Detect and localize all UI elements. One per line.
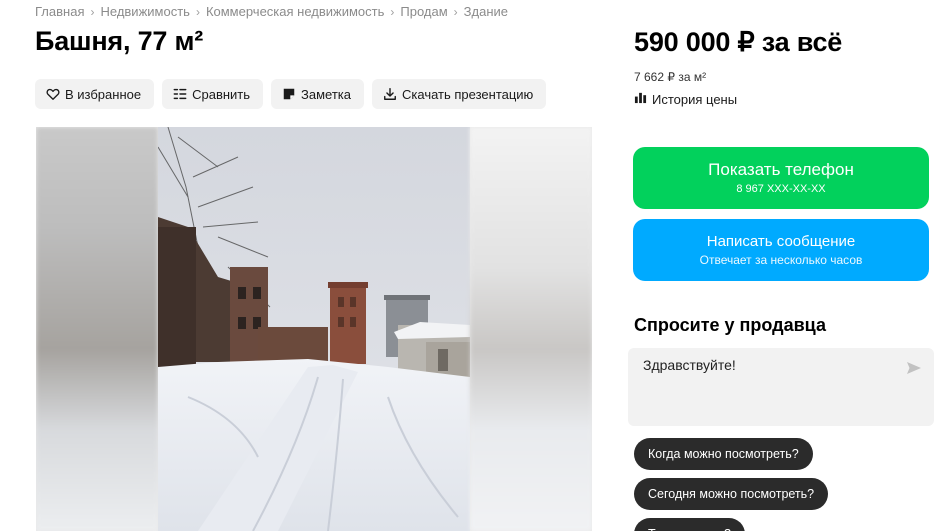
breadcrumb-item-building[interactable]: Здание bbox=[464, 4, 508, 19]
listing-actions: В избранное Сравнить Заметка Скачать пре… bbox=[35, 79, 547, 109]
show-phone-button[interactable]: Показать телефон 8 967 XXX-XX-XX bbox=[633, 147, 929, 209]
quick-question-chip[interactable]: Сегодня можно посмотреть? bbox=[634, 478, 829, 510]
send-icon[interactable] bbox=[906, 361, 922, 375]
quick-question-chip[interactable]: Торг уместен? bbox=[634, 518, 745, 531]
gallery-blur-right bbox=[470, 127, 592, 531]
compare-icon bbox=[172, 87, 187, 102]
breadcrumb-item-realty[interactable]: Недвижимость bbox=[100, 4, 189, 19]
favorite-label: В избранное bbox=[65, 86, 142, 102]
breadcrumb-separator: › bbox=[453, 5, 458, 19]
price-history-link[interactable]: История цены bbox=[634, 91, 737, 107]
note-button[interactable]: Заметка bbox=[271, 79, 365, 109]
ask-seller-box: Здравствуйте! bbox=[628, 348, 934, 426]
photo-gallery[interactable] bbox=[36, 127, 592, 531]
quick-question-chip[interactable]: Когда можно посмотреть? bbox=[634, 438, 813, 470]
price-per-meter: 7 662 ₽ за м² bbox=[634, 70, 707, 84]
phone-number-masked: 8 967 XXX-XX-XX bbox=[736, 183, 826, 195]
show-phone-label: Показать телефон bbox=[708, 160, 854, 179]
favorite-button[interactable]: В избранное bbox=[35, 79, 155, 109]
download-icon bbox=[382, 87, 397, 102]
compare-button[interactable]: Сравнить bbox=[162, 79, 264, 109]
write-message-button[interactable]: Написать сообщение Отвечает за несколько… bbox=[633, 219, 929, 281]
write-message-label: Написать сообщение bbox=[706, 233, 856, 250]
breadcrumb-item-sell[interactable]: Продам bbox=[400, 4, 447, 19]
price-total: 590 000 ₽ за всё bbox=[634, 27, 843, 57]
compare-label: Сравнить bbox=[192, 86, 251, 102]
download-presentation-button[interactable]: Скачать презентацию bbox=[372, 79, 547, 109]
breadcrumb-item-commercial[interactable]: Коммерческая недвижимость bbox=[206, 4, 384, 19]
breadcrumb-separator: › bbox=[90, 5, 95, 19]
response-time-note: Отвечает за несколько часов bbox=[699, 253, 863, 267]
breadcrumb-item-home[interactable]: Главная bbox=[35, 4, 84, 19]
listing-photo[interactable] bbox=[158, 127, 470, 531]
breadcrumb: Главная › Недвижимость › Коммерческая недвиж… bbox=[35, 4, 508, 19]
price-history-label: История цены bbox=[652, 91, 738, 107]
chart-icon bbox=[634, 91, 652, 107]
breadcrumb-separator: › bbox=[195, 5, 200, 19]
note-icon bbox=[281, 87, 296, 102]
gallery-blur-left bbox=[36, 127, 158, 531]
ask-seller-input[interactable]: Здравствуйте! bbox=[643, 357, 736, 373]
ask-seller-title: Спросите у продавца bbox=[634, 315, 826, 335]
note-label: Заметка bbox=[301, 86, 352, 102]
download-label: Скачать презентацию bbox=[402, 86, 534, 102]
listing-title: Башня, 77 м² bbox=[35, 26, 204, 56]
breadcrumb-separator: › bbox=[390, 5, 395, 19]
heart-icon bbox=[45, 87, 60, 102]
